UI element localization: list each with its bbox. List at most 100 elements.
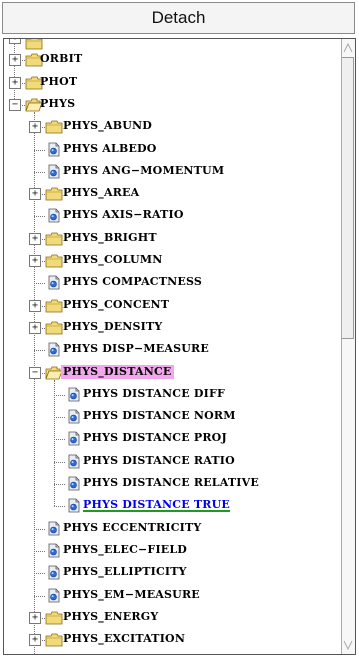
- tree-item-phys[interactable]: − PHYS: [4, 94, 342, 116]
- document-icon: [47, 543, 61, 562]
- document-icon: [47, 588, 61, 607]
- tree-item-phys-distance[interactable]: − PHYS_DISTANCE: [4, 362, 342, 384]
- folder-icon: [45, 298, 63, 317]
- expand-icon[interactable]: +: [29, 255, 41, 267]
- folder-icon: [45, 610, 63, 629]
- tree-item-label: PHYS_ELLIPTICITY: [63, 565, 187, 579]
- expand-icon[interactable]: +: [29, 121, 41, 134]
- tree-item-phys-column[interactable]: + PHYS_COLUMN: [4, 250, 342, 272]
- arrow-up-icon[interactable]: [342, 41, 354, 55]
- tree-item-phys-distance-norm[interactable]: PHYS DISTANCE NORM: [4, 406, 342, 428]
- collapse-icon[interactable]: −: [9, 98, 21, 111]
- tree-item-phys-ang-momentum[interactable]: PHYS ANG−MOMENTUM: [4, 161, 342, 183]
- vertical-scrollbar[interactable]: [341, 39, 355, 654]
- tree-item-label: PHYS_EM−MEASURE: [63, 587, 200, 601]
- document-icon: [47, 521, 61, 540]
- tree-item-label: PHYS AXIS−RATIO: [63, 208, 184, 222]
- tree-item-label: PHYS ECCENTRICITY: [63, 520, 202, 534]
- tree-item-phys-flow[interactable]: +PHYS_FLOW: [4, 651, 342, 654]
- tree-connector-line: [54, 417, 65, 419]
- document-icon: [47, 342, 61, 361]
- tree-connector-line: [34, 350, 45, 352]
- tree-item-label: PHYS DISTANCE RATIO: [83, 453, 235, 467]
- tree-connector-line: [34, 528, 45, 530]
- document-icon: [47, 275, 61, 294]
- tree-connector-line: [34, 171, 45, 173]
- tree-item-label: ORBIT: [40, 52, 83, 66]
- tree-item-label: PHYS ANG−MOMENTUM: [63, 163, 225, 177]
- tree-item-phys-ellipticity[interactable]: PHYS_ELLIPTICITY: [4, 562, 342, 584]
- collapse-icon[interactable]: −: [29, 366, 41, 379]
- tree-item-phys-bright[interactable]: + PHYS_BRIGHT: [4, 228, 342, 250]
- expand-icon[interactable]: +: [29, 188, 41, 201]
- document-icon: [47, 208, 61, 227]
- tree-item-phys-distance-proj[interactable]: PHYS DISTANCE PROJ: [4, 428, 342, 450]
- tree-item-phys-albedo[interactable]: PHYS ALBEDO: [4, 139, 342, 161]
- folder-icon: [45, 253, 63, 272]
- tree-item-phys-axis-ratio[interactable]: PHYS AXIS−RATIO: [4, 205, 342, 227]
- ucd-tree: + + ORBIT + PHOT − PHYS + PHYS_ABUND PHYS ALBEDO P…: [4, 39, 342, 654]
- expand-icon[interactable]: +: [9, 54, 21, 67]
- tree-item-label: PHYS_AREA: [63, 186, 140, 200]
- tree-item-label: PHYS DISTANCE TRUE: [83, 498, 230, 512]
- tree-item-phys-eccentricity[interactable]: PHYS ECCENTRICITY: [4, 518, 342, 540]
- document-icon: [47, 164, 61, 183]
- document-icon: [47, 142, 61, 161]
- tree-item-phys-distance-ratio[interactable]: PHYS DISTANCE RATIO: [4, 451, 342, 473]
- tree-item-label: PHYS DISTANCE PROJ: [83, 431, 227, 445]
- tree-item-phys-area[interactable]: + PHYS_AREA: [4, 183, 342, 205]
- tree-item-orbit[interactable]: + ORBIT: [4, 49, 342, 71]
- tree-item-label: PHYS_ABUND: [63, 119, 152, 133]
- tree-item-phys-density[interactable]: + PHYS_DENSITY: [4, 317, 342, 339]
- tree-item-label: PHYS_EXCITATION: [63, 632, 186, 646]
- tree-item-phys-disp-measure[interactable]: PHYS DISP−MEASURE: [4, 339, 342, 361]
- folder-icon: [45, 632, 63, 651]
- tree-item-phys-em-measure[interactable]: PHYS_EM−MEASURE: [4, 585, 342, 607]
- expand-icon[interactable]: +: [9, 76, 21, 89]
- folder-icon: [45, 186, 63, 205]
- document-icon: [47, 565, 61, 584]
- tree-item-label: PHYS_DISTANCE: [61, 364, 174, 379]
- arrow-down-icon[interactable]: [342, 638, 354, 652]
- tree-item-partial[interactable]: +: [4, 39, 342, 50]
- tree-item-label: PHYS DISTANCE RELATIVE: [83, 476, 259, 489]
- tree-item-label: PHYS DISTANCE DIFF: [83, 386, 225, 400]
- document-icon: [67, 431, 81, 450]
- tree-connector-line: [54, 461, 65, 463]
- tree-item-phys-energy[interactable]: + PHYS_ENERGY: [4, 607, 342, 629]
- detach-button[interactable]: Detach: [2, 2, 355, 34]
- tree-item-label: PHYS DISP−MEASURE: [63, 342, 209, 356]
- tree-item-phys-distance-true[interactable]: PHYS DISTANCE TRUE: [4, 495, 342, 517]
- document-icon: [67, 476, 81, 495]
- expand-icon[interactable]: +: [29, 634, 41, 647]
- tree-item-label: PHYS ALBEDO: [63, 141, 157, 155]
- tree-item-label: PHYS DISTANCE NORM: [83, 409, 236, 423]
- tree-connector-line: [34, 595, 45, 597]
- tree-item-phys-distance-diff[interactable]: PHYS DISTANCE DIFF: [4, 384, 342, 406]
- tree-item-label: PHYS COMPACTNESS: [63, 275, 203, 289]
- tree-item-phot[interactable]: + PHOT: [4, 72, 342, 94]
- tree-connector-line: [34, 573, 45, 575]
- tree-item-label: PHOT: [40, 74, 78, 88]
- folder-icon: [45, 119, 63, 138]
- folder-icon: [45, 320, 63, 339]
- tree-item-phys-compactness[interactable]: PHYS COMPACTNESS: [4, 272, 342, 294]
- document-icon: [67, 387, 81, 406]
- tree-item-phys-excitation[interactable]: + PHYS_EXCITATION: [4, 629, 342, 651]
- tree-connector-line: [54, 484, 65, 485]
- tree-item-phys-concent[interactable]: + PHYS_CONCENT: [4, 295, 342, 317]
- expand-icon[interactable]: +: [29, 232, 41, 245]
- expand-icon[interactable]: +: [29, 299, 41, 312]
- tree-connector-line: [34, 216, 45, 218]
- tree-connector-line: [34, 283, 45, 285]
- expand-icon[interactable]: +: [9, 39, 21, 44]
- expand-icon[interactable]: +: [29, 321, 41, 334]
- scrollbar-thumb[interactable]: [342, 57, 354, 339]
- tree-item-phys-abund[interactable]: + PHYS_ABUND: [4, 116, 342, 138]
- tree-item-label: PHYS_ELEC−FIELD: [63, 542, 188, 556]
- expand-icon[interactable]: +: [29, 611, 41, 624]
- tree-item-phys-elec-field[interactable]: PHYS_ELEC−FIELD: [4, 540, 342, 562]
- tree-item-label: PHYS_CONCENT: [63, 297, 170, 311]
- tree-item-phys-distance-relative[interactable]: PHYS DISTANCE RELATIVE: [4, 473, 342, 495]
- tree-connector-line: [54, 394, 65, 396]
